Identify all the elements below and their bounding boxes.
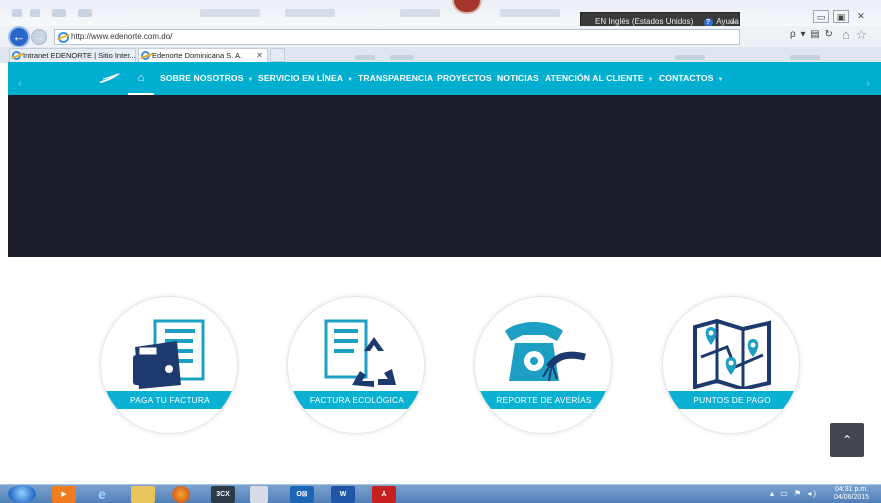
help-label: Ayuda: [716, 17, 739, 26]
taskbar-clock[interactable]: 04:31 p.m. 04/06/2015: [834, 486, 869, 502]
ie-page-icon: [58, 32, 69, 43]
language-label: EN Inglés (Estados Unidos): [595, 17, 694, 26]
service-factura-ecologica[interactable]: FACTURA ECOLÓGICA: [287, 296, 425, 434]
recycle-bill-icon: [324, 319, 396, 387]
blurred-tool: [790, 55, 820, 60]
blurred-icon: [52, 9, 66, 17]
firefox-taskbar-icon[interactable]: [172, 486, 190, 503]
dropdown-arrow-icon[interactable]: ▾: [800, 29, 806, 40]
address-bar[interactable]: http://www.edenorte.com.do/: [54, 29, 740, 45]
service-label: PUNTOS DE PAGO: [663, 391, 799, 409]
nav-atencion-al-cliente[interactable]: ATENCIÓN AL CLIENTE ▼: [545, 62, 654, 95]
blurred-tool: [355, 55, 375, 60]
clock-time: 04:31 p.m.: [834, 486, 869, 493]
home-icon[interactable]: ⌂: [842, 27, 851, 42]
new-tab-button[interactable]: [270, 48, 285, 62]
hero-slider[interactable]: [8, 95, 881, 257]
nav-label: ATENCIÓN AL CLIENTE: [545, 73, 644, 83]
window-controls: ▭ ▣ ✕: [813, 10, 869, 23]
nav-label: SERVICIO EN LÍNEA: [258, 73, 344, 83]
blurred-icon: [12, 9, 22, 17]
slider-next-icon[interactable]: ›: [866, 76, 870, 90]
nav-transparencia[interactable]: TRANSPARENCIA: [358, 62, 433, 95]
tab-edenorte[interactable]: Edenorte Dominicana S. A. ✕: [138, 48, 268, 63]
nav-label: CONTACTOS: [659, 73, 714, 83]
search-refresh-tools[interactable]: ρ ▾ ▤ ↻: [790, 29, 834, 40]
wallet-bill-icon: [133, 319, 205, 389]
dropdown-icon: ▼: [647, 77, 654, 83]
blurred-icon: [30, 9, 40, 17]
tab-label: Edenorte Dominicana S. A.: [152, 51, 243, 60]
ie-taskbar-icon[interactable]: e: [90, 486, 114, 503]
clock-date: 04/06/2015: [834, 494, 870, 501]
service-reporte-de-averias[interactable]: REPORTE DE AVERÍAS: [474, 296, 612, 434]
edenorte-logo-icon[interactable]: [98, 72, 122, 84]
nav-label: TRANSPARENCIA: [358, 73, 434, 83]
nav-proyectos[interactable]: PROYECTOS: [437, 62, 492, 95]
browser-top-strip: [0, 0, 881, 26]
nav-label: PROYECTOS: [437, 73, 492, 83]
word-taskbar-icon[interactable]: W: [331, 486, 355, 503]
dropdown-icon: ▼: [347, 77, 354, 83]
nav-label: SOBRE NOSOTROS: [160, 73, 244, 83]
blurred-link: [285, 9, 335, 17]
nav-home-button[interactable]: ⌂: [128, 62, 154, 95]
map-pins-icon: [693, 318, 771, 389]
nav-noticias[interactable]: NOTICIAS: [497, 62, 539, 95]
media-player-taskbar-icon[interactable]: ▶: [52, 486, 76, 503]
nav-servicio-en-linea[interactable]: SERVICIO EN LÍNEA ▼: [258, 62, 353, 95]
system-tray-icons[interactable]: ▴ ▭ ⚑ ◂): [770, 489, 818, 498]
screen: EN Inglés (Estados Unidos) ? Ayuda ▴ ▭ ▣…: [0, 0, 881, 503]
blurred-link: [200, 9, 260, 17]
ie-tab-icon: [141, 51, 150, 60]
ie-tab-icon: [12, 51, 21, 60]
chevron-up-icon: ⌃: [841, 433, 853, 447]
service-label: FACTURA ECOLÓGICA: [288, 391, 424, 409]
blurred-link: [400, 9, 440, 17]
dropdown-icon: ▼: [247, 77, 254, 83]
browser-toolbar-icons: ⌂ ☆: [842, 27, 868, 43]
acrobat-taskbar-icon[interactable]: ⅄: [372, 486, 396, 503]
tab-intranet[interactable]: Intranet EDENORTE | Sitio Inter...: [9, 48, 136, 63]
refresh-icon[interactable]: ↻: [825, 29, 834, 40]
service-label: REPORTE DE AVERÍAS: [475, 391, 611, 409]
blurred-tool: [675, 55, 705, 60]
blurred-icon: [78, 9, 92, 17]
back-to-top-button[interactable]: ⌃: [830, 423, 864, 457]
search-icon[interactable]: ρ: [790, 29, 797, 40]
service-paga-tu-factura[interactable]: PAGA TU FACTURA: [100, 296, 238, 434]
outlook-taskbar-icon[interactable]: O⊠: [290, 486, 314, 503]
compat-view-icon[interactable]: ▤: [810, 29, 820, 40]
start-button[interactable]: [8, 485, 36, 503]
explorer-taskbar-icon[interactable]: [131, 486, 155, 503]
nav-label: NOTICIAS: [497, 73, 539, 83]
service-label: PAGA TU FACTURA: [101, 391, 237, 409]
back-button[interactable]: ←: [8, 26, 30, 48]
slider-prev-icon[interactable]: ‹: [18, 76, 22, 90]
forward-button[interactable]: →: [31, 29, 47, 45]
blurred-tool: [390, 55, 414, 60]
phone-cable-icon: [505, 322, 586, 382]
nav-contactos[interactable]: CONTACTOS ▼: [659, 62, 724, 95]
url-text: http://www.edenorte.com.do/: [71, 32, 173, 41]
3cx-taskbar-icon[interactable]: 3CX: [211, 486, 235, 503]
close-window-button[interactable]: ✕: [853, 10, 869, 23]
minimize-button[interactable]: ▭: [813, 10, 829, 23]
service-puntos-de-pago[interactable]: PUNTOS DE PAGO: [662, 296, 800, 434]
tab-label: Intranet EDENORTE | Sitio Inter...: [23, 51, 136, 60]
close-tab-icon[interactable]: ✕: [256, 49, 263, 63]
home-icon: ⌂: [137, 72, 145, 84]
blurred-link: [500, 9, 560, 17]
restore-button[interactable]: ▣: [833, 10, 849, 23]
favorites-star-icon[interactable]: ☆: [855, 27, 868, 42]
document-taskbar-icon[interactable]: [250, 486, 268, 503]
dropdown-icon: ▼: [717, 77, 724, 83]
nav-sobre-nosotros[interactable]: SOBRE NOSOTROS ▼: [160, 62, 254, 95]
